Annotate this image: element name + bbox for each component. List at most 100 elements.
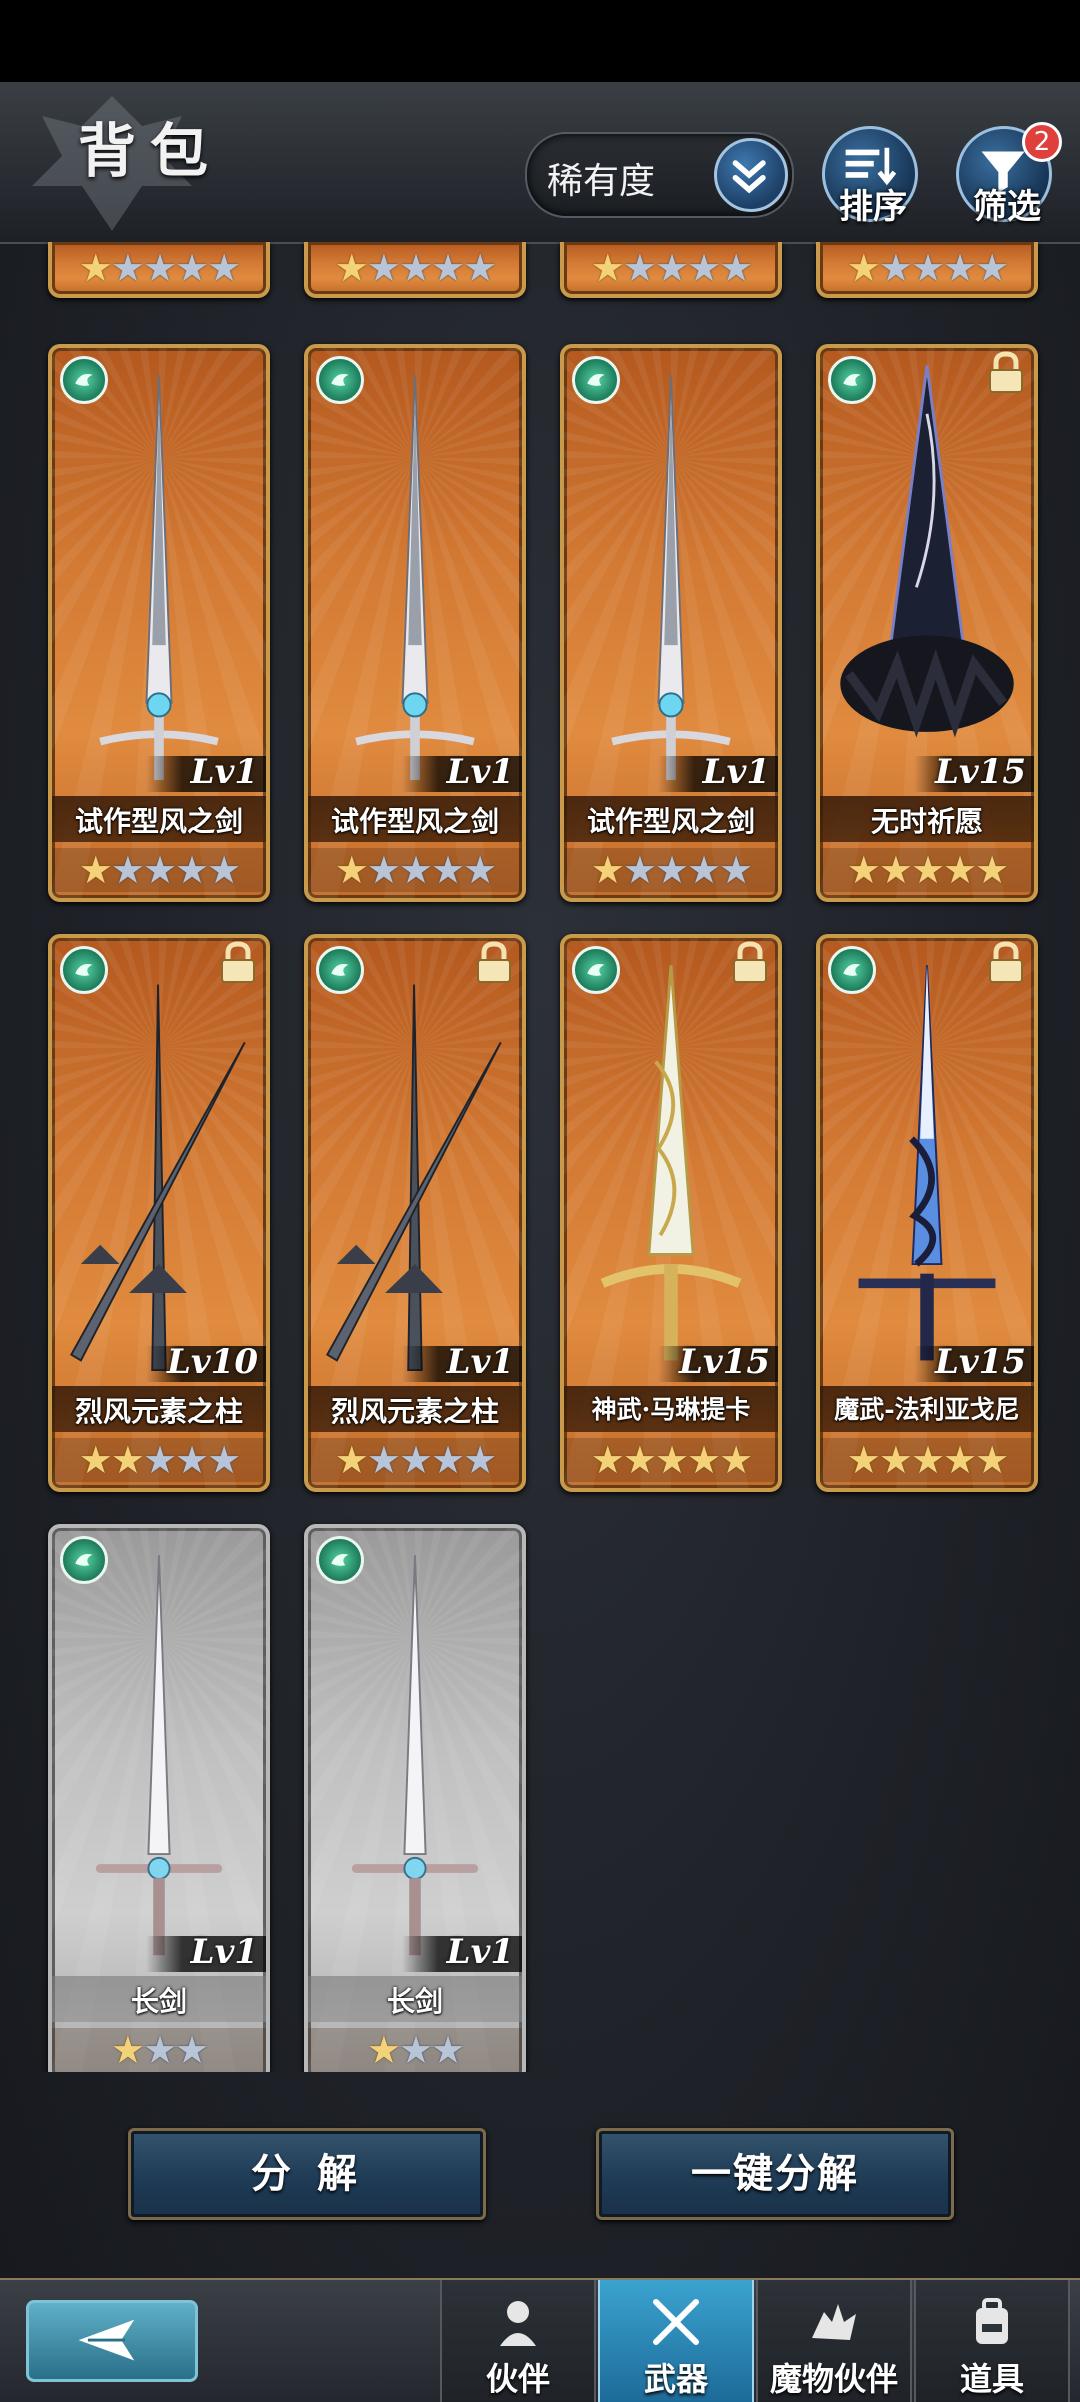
sort-order-label: 排序 — [839, 187, 907, 227]
star-icon: ★ — [78, 1438, 113, 1482]
weapon-card[interactable]: Lv10 烈风元素之柱 ★★★★★ — [48, 934, 270, 1492]
star-icon: ★ — [398, 2028, 433, 2072]
weapon-name: 试作型风之剑 — [330, 805, 499, 838]
star-icon: ★ — [78, 246, 113, 290]
star-icon: ★ — [687, 246, 721, 290]
star-icon: ★ — [622, 1438, 657, 1482]
wind-icon — [60, 1536, 108, 1584]
star-icon: ★ — [431, 848, 465, 892]
star-icon: ★ — [910, 848, 945, 892]
rarity-stars: ★★★★★ — [564, 1438, 778, 1482]
star-icon: ★ — [398, 848, 433, 892]
star-icon: ★ — [398, 1438, 433, 1482]
star-icon: ★ — [846, 1438, 881, 1482]
dark-lance-art-icon — [840, 365, 1014, 738]
star-icon: ★ — [590, 246, 625, 290]
wind-icon — [828, 946, 876, 994]
star-icon: ★ — [654, 848, 689, 892]
star-icon: ★ — [654, 1438, 689, 1482]
sort-criteria-select[interactable]: 稀有度 — [525, 132, 794, 218]
star-icon: ★ — [622, 848, 657, 892]
star-icon: ★ — [366, 1438, 401, 1482]
star-icon: ★ — [175, 2028, 209, 2072]
decompose-button[interactable]: 分 解 — [128, 2128, 486, 2220]
rarity-stars: ★★★★★ — [52, 1438, 266, 1482]
wind-icon — [572, 356, 620, 404]
nav-tab-2[interactable]: 魔物伙伴 — [756, 2280, 912, 2402]
nav-tab-1[interactable]: 武器 — [598, 2280, 754, 2402]
star-icon: ★ — [878, 848, 913, 892]
star-icon: ★ — [175, 848, 209, 892]
lock-icon — [989, 941, 1023, 983]
nav-tab-label: 武器 — [643, 2360, 708, 2398]
star-icon: ★ — [622, 246, 657, 290]
weapon-level: Lv15 — [935, 752, 1026, 792]
star-icon: ★ — [431, 2028, 465, 2072]
rarity-stars: ★★★ — [52, 2028, 266, 2072]
star-icon: ★ — [943, 246, 977, 290]
star-icon: ★ — [910, 1438, 945, 1482]
weapon-card[interactable]: Lv1 烈风元素之柱 ★★★★★ — [304, 934, 526, 1492]
rapier-art-icon — [355, 375, 475, 781]
weapon-card-partial[interactable]: ★★★★★ — [560, 242, 782, 298]
double-chevron-down-icon[interactable] — [714, 138, 788, 212]
weapon-card[interactable]: Lv1 试作型风之剑 ★★★★★ — [560, 344, 782, 902]
star-icon: ★ — [207, 246, 241, 290]
star-icon: ★ — [366, 848, 401, 892]
backpack-icon — [976, 2298, 1008, 2344]
one-click-decompose-button[interactable]: 一键分解 — [596, 2128, 954, 2220]
rarity-stars: ★★★★★ — [308, 246, 522, 290]
star-icon: ★ — [175, 246, 209, 290]
wind-icon — [316, 356, 364, 404]
star-icon: ★ — [975, 246, 1009, 290]
star-icon: ★ — [687, 1438, 721, 1482]
star-icon: ★ — [687, 848, 721, 892]
weapon-card[interactable]: Lv1 试作型风之剑 ★★★★★ — [304, 344, 526, 902]
longsword-art-icon — [95, 1555, 223, 1956]
weapon-card[interactable]: Lv15 神武·马琳提卡 ★★★★★ — [560, 934, 782, 1492]
star-icon: ★ — [142, 246, 177, 290]
nav-tab-0[interactable]: 伙伴 — [440, 2280, 596, 2402]
twin-spears-art-icon — [69, 984, 246, 1372]
back-button[interactable] — [26, 2300, 198, 2382]
star-icon: ★ — [431, 1438, 465, 1482]
holy-sword-art-icon — [600, 965, 742, 1361]
weapon-card-partial[interactable]: ★★★★★ — [48, 242, 270, 298]
star-icon: ★ — [846, 848, 881, 892]
rarity-stars: ★★★★★ — [308, 848, 522, 892]
wind-icon — [316, 946, 364, 994]
star-icon: ★ — [463, 848, 497, 892]
weapon-card[interactable]: Lv15 魔武-法利亚戈尼 ★★★★★ — [816, 934, 1038, 1492]
star-icon: ★ — [975, 1438, 1009, 1482]
weapon-card[interactable]: Lv1 试作型风之剑 ★★★★★ — [48, 344, 270, 902]
star-icon: ★ — [142, 2028, 177, 2072]
star-icon: ★ — [334, 246, 369, 290]
star-icon: ★ — [142, 1438, 177, 1482]
rarity-stars: ★★★ — [308, 2028, 522, 2072]
weapon-name: 魔武-法利亚戈尼 — [834, 1395, 1020, 1424]
weapon-level: Lv1 — [446, 1932, 514, 1972]
star-icon: ★ — [431, 246, 465, 290]
weapon-card-partial[interactable]: ★★★★★ — [304, 242, 526, 298]
weapon-card[interactable]: Lv1 长剑 ★★★ — [304, 1524, 526, 2072]
sort-order-button[interactable]: 排序 — [822, 126, 918, 227]
star-icon: ★ — [719, 1438, 753, 1482]
weapon-card[interactable]: Lv1 长剑 ★★★ — [48, 1524, 270, 2072]
weapon-grid[interactable]: ★★★★★ ★★★★★ ★★★★★ ★★★★★ Lv1 试作型风之剑 ★★★★★ Lv1 试作型… — [0, 242, 1080, 2072]
star-icon: ★ — [142, 848, 177, 892]
nav-tab-3[interactable]: 道具 — [914, 2280, 1070, 2402]
star-icon: ★ — [398, 246, 433, 290]
weapon-card-partial[interactable]: ★★★★★ — [816, 242, 1038, 298]
weapon-level: Lv1 — [702, 752, 770, 792]
nav-tab-label: 道具 — [959, 2360, 1024, 2398]
weapon-name: 试作型风之剑 — [74, 805, 243, 838]
weapon-name: 烈风元素之柱 — [74, 1395, 243, 1428]
wind-icon — [60, 946, 108, 994]
star-icon: ★ — [110, 848, 145, 892]
star-icon: ★ — [719, 246, 753, 290]
star-icon: ★ — [943, 1438, 977, 1482]
weapon-card[interactable]: Lv15 无时祈愿 ★★★★★ — [816, 344, 1038, 902]
star-icon: ★ — [463, 246, 497, 290]
weapon-name: 长剑 — [130, 1985, 187, 2018]
weapon-name: 试作型风之剑 — [586, 805, 755, 838]
